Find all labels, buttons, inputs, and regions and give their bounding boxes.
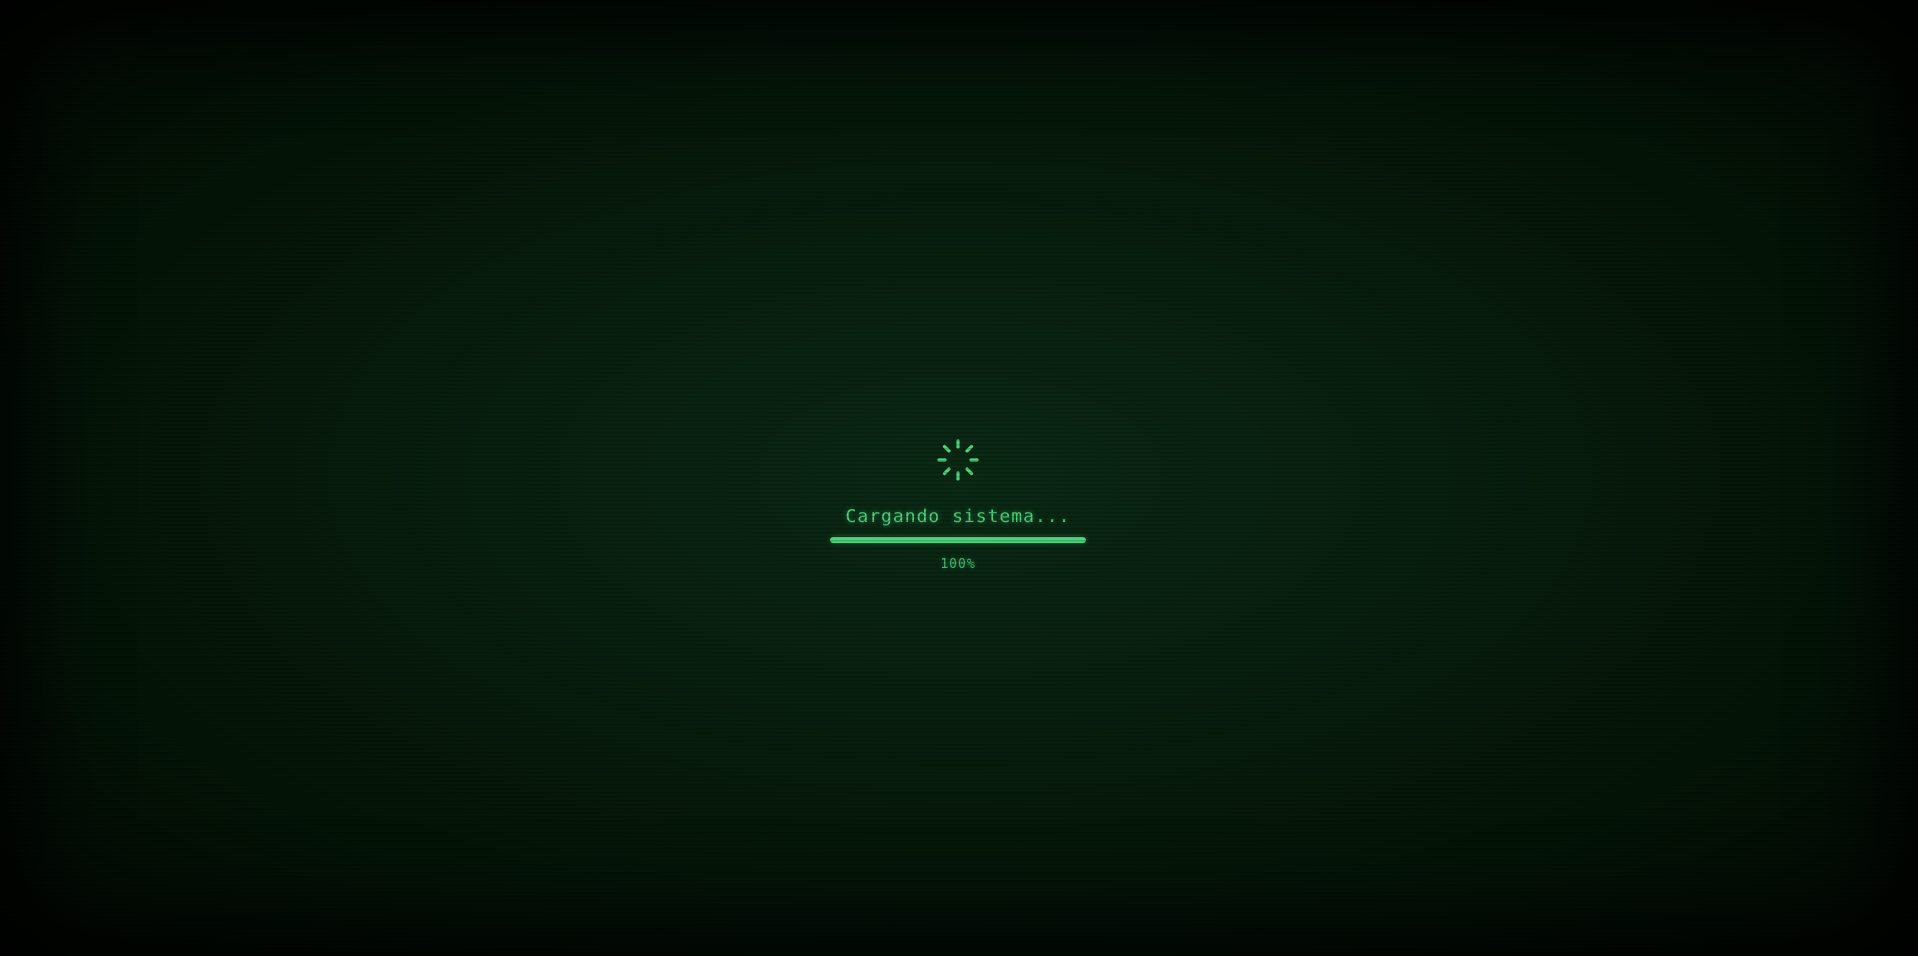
loading-message: Cargando sistema... <box>845 506 1071 527</box>
progress-bar-fill <box>830 537 1086 543</box>
progress-bar <box>830 537 1086 543</box>
loading-panel: Cargando sistema... 100% <box>830 436 1086 572</box>
loading-spinner-icon <box>937 439 979 481</box>
progress-percent: 100% <box>940 557 976 572</box>
crt-screen: Cargando sistema... 100% <box>0 0 1918 956</box>
